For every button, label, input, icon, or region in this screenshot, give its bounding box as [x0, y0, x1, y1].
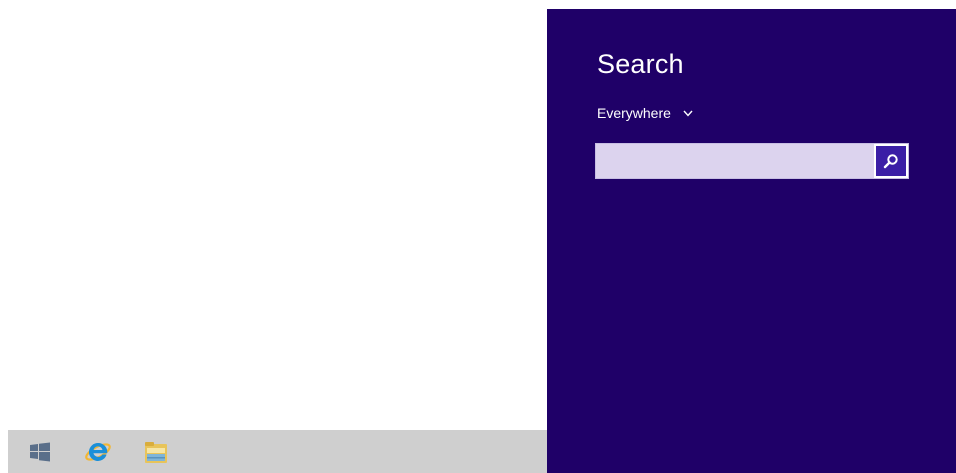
desktop: Search Everywhere [0, 0, 956, 473]
search-button[interactable] [874, 144, 908, 178]
taskbar [8, 430, 548, 473]
search-charm-title: Search [597, 49, 684, 79]
chevron-down-icon [683, 109, 693, 120]
search-input[interactable] [596, 144, 874, 178]
file-explorer-icon [145, 441, 167, 463]
internet-explorer-button[interactable] [76, 430, 120, 473]
file-explorer-button[interactable] [134, 430, 178, 473]
search-scope-dropdown[interactable]: Everywhere [597, 105, 693, 121]
windows-start-icon [30, 442, 50, 461]
internet-explorer-icon [85, 442, 111, 461]
search-scope-label: Everywhere [597, 105, 671, 121]
search-charm-panel: Search Everywhere [547, 9, 956, 473]
search-icon [883, 154, 898, 169]
search-box [595, 143, 909, 179]
start-button[interactable] [18, 430, 62, 473]
